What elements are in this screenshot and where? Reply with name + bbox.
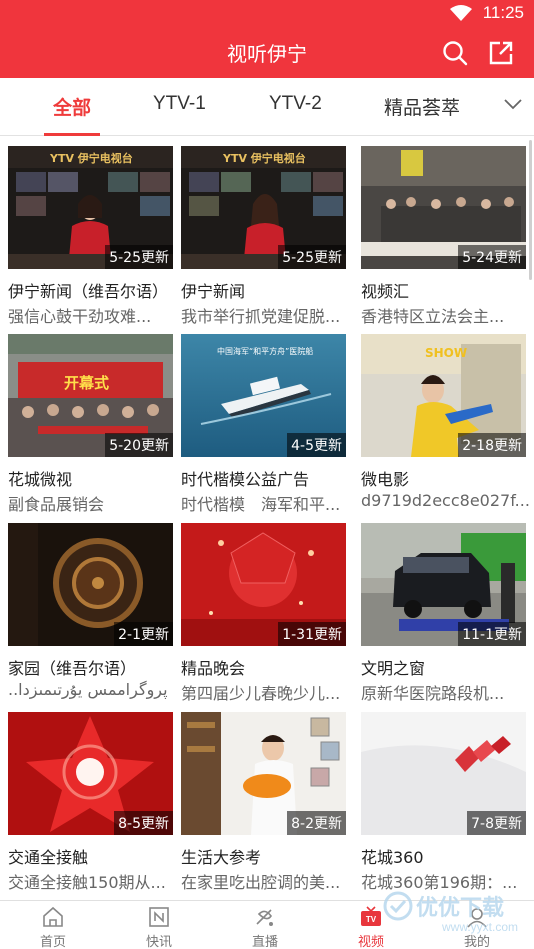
live-icon (256, 909, 273, 926)
card-subtitle: 时代楷模 海军和平... (181, 495, 341, 514)
card-subtitle: ..پروگراممس يۇرتىمىزدا (8, 680, 168, 699)
watermark-url: www.yyxt.com (442, 920, 519, 934)
home-icon (43, 906, 63, 927)
card-subtitle: 在家里吃出腔调的美... (181, 873, 341, 892)
video-thumbnail[interactable]: YTV 伊宁电视台 5-25更新 (8, 146, 173, 269)
card-title: 伊宁新闻（维吾尔语） (8, 282, 169, 301)
nav-label: 首页 (39, 935, 66, 949)
card-subtitle: 香港特区立法会主... (361, 307, 505, 326)
nav-item-home[interactable]: 首页 (0, 901, 106, 949)
update-badge: 5-25更新 (105, 245, 173, 269)
video-thumbnail[interactable]: 开幕式 5-20更新 (8, 334, 173, 457)
thumb-caption: YTV 伊宁电视台 (50, 152, 133, 165)
update-badge: 8-2更新 (287, 811, 346, 835)
nav-label: 直播 (251, 935, 278, 949)
active-tab-indicator (44, 133, 100, 136)
update-badge: 2-18更新 (458, 433, 526, 457)
card-subtitle: 强信心鼓干劲攻难... (8, 307, 152, 326)
card-title: 文明之窗 (361, 659, 426, 678)
card-title: 伊宁新闻 (181, 282, 246, 301)
update-badge: 4-5更新 (287, 433, 346, 457)
tab-featured[interactable]: 精品荟萃 (384, 93, 460, 120)
card-subtitle: d9719d2ecc8e027f... (361, 491, 530, 510)
card-title: 微电影 (361, 470, 410, 489)
card-title: 花城微视 (8, 470, 73, 489)
video-thumbnail[interactable]: 中国海军“和平方舟”医院船 4-5更新 (181, 334, 346, 457)
video-thumbnail[interactable]: 7-8更新 (361, 712, 526, 835)
thumb-caption: YTV 伊宁电视台 (223, 152, 306, 165)
video-thumbnail[interactable]: YTV 伊宁电视台 5-25更新 (181, 146, 346, 269)
watermark-text: 优优下载 (416, 896, 505, 921)
card-subtitle: 我市举行抓党建促脱... (181, 307, 341, 326)
card-subtitle: 第四届少儿春晚少儿... (181, 684, 341, 703)
search-icon[interactable] (442, 40, 468, 66)
site-watermark: 优优下载 www.yyxt.com (382, 888, 532, 948)
update-badge: 5-24更新 (458, 245, 526, 269)
nav-item-news[interactable]: 快讯 (106, 901, 212, 949)
card-title: 家园（维吾尔语） (8, 659, 137, 678)
update-badge: 11-1更新 (458, 622, 526, 646)
update-badge: 2-1更新 (114, 622, 173, 646)
watermark-logo-icon (383, 891, 413, 921)
svg-text:TV: TV (366, 915, 377, 924)
status-bar: 11:25 (0, 0, 534, 28)
video-grid: YTV 伊宁电视台 5-25更新 伊宁新闻（维吾尔语） 强信心鼓干劲攻难... (8, 146, 534, 906)
video-thumbnail[interactable]: SHOW 2-18更新 (361, 334, 526, 457)
video-thumbnail[interactable]: 8-5更新 (8, 712, 173, 835)
card-title: 视频汇 (361, 282, 410, 301)
update-badge: 5-20更新 (105, 433, 173, 457)
nav-label: 快讯 (145, 935, 172, 949)
video-thumbnail[interactable]: 11-1更新 (361, 523, 526, 646)
scrollbar[interactable] (529, 140, 532, 280)
update-badge: 5-25更新 (278, 245, 346, 269)
card-title: 交通全接触 (8, 848, 89, 867)
nav-item-live[interactable]: 直播 (212, 901, 318, 949)
card-title: 花城360 (361, 848, 424, 867)
update-badge: 1-31更新 (278, 622, 346, 646)
news-icon (149, 907, 169, 927)
app-screen: 11:25 视听伊宁 全部 YTV-1 YTV-2 精品荟萃 YTV 伊宁电视台… (0, 0, 534, 949)
card-title: 时代楷模公益广告 (181, 470, 310, 489)
card-subtitle: 原新华医院路段机... (361, 684, 505, 703)
card-subtitle: 副食品展销会 (8, 495, 105, 514)
wifi-icon (450, 5, 472, 21)
thumb-caption: SHOW (425, 346, 468, 360)
share-icon[interactable] (488, 40, 514, 66)
update-badge: 7-8更新 (467, 811, 526, 835)
tab-all[interactable]: 全部 (53, 93, 91, 120)
channel-tabs: 全部 YTV-1 YTV-2 精品荟萃 (0, 78, 534, 136)
card-subtitle: 交通全接触150期从... (8, 873, 166, 892)
video-thumbnail[interactable]: 1-31更新 (181, 523, 346, 646)
tv-icon: TV (361, 906, 381, 926)
video-thumbnail[interactable]: 5-24更新 (361, 146, 526, 269)
app-header: 11:25 视听伊宁 (0, 0, 534, 78)
card-title: 精品晚会 (181, 659, 246, 678)
tab-ytv2[interactable]: YTV-2 (269, 93, 322, 115)
tab-ytv1[interactable]: YTV-1 (153, 93, 206, 115)
video-thumbnail[interactable]: 2-1更新 (8, 523, 173, 646)
status-time: 11:25 (482, 3, 524, 22)
update-badge: 8-5更新 (114, 811, 173, 835)
video-thumbnail[interactable]: 8-2更新 (181, 712, 346, 835)
card-title: 生活大参考 (181, 848, 262, 867)
thumb-caption: 中国海军“和平方舟”医院船 (217, 347, 314, 356)
chevron-down-icon[interactable] (504, 98, 522, 110)
thumb-caption: 开幕式 (64, 374, 110, 392)
